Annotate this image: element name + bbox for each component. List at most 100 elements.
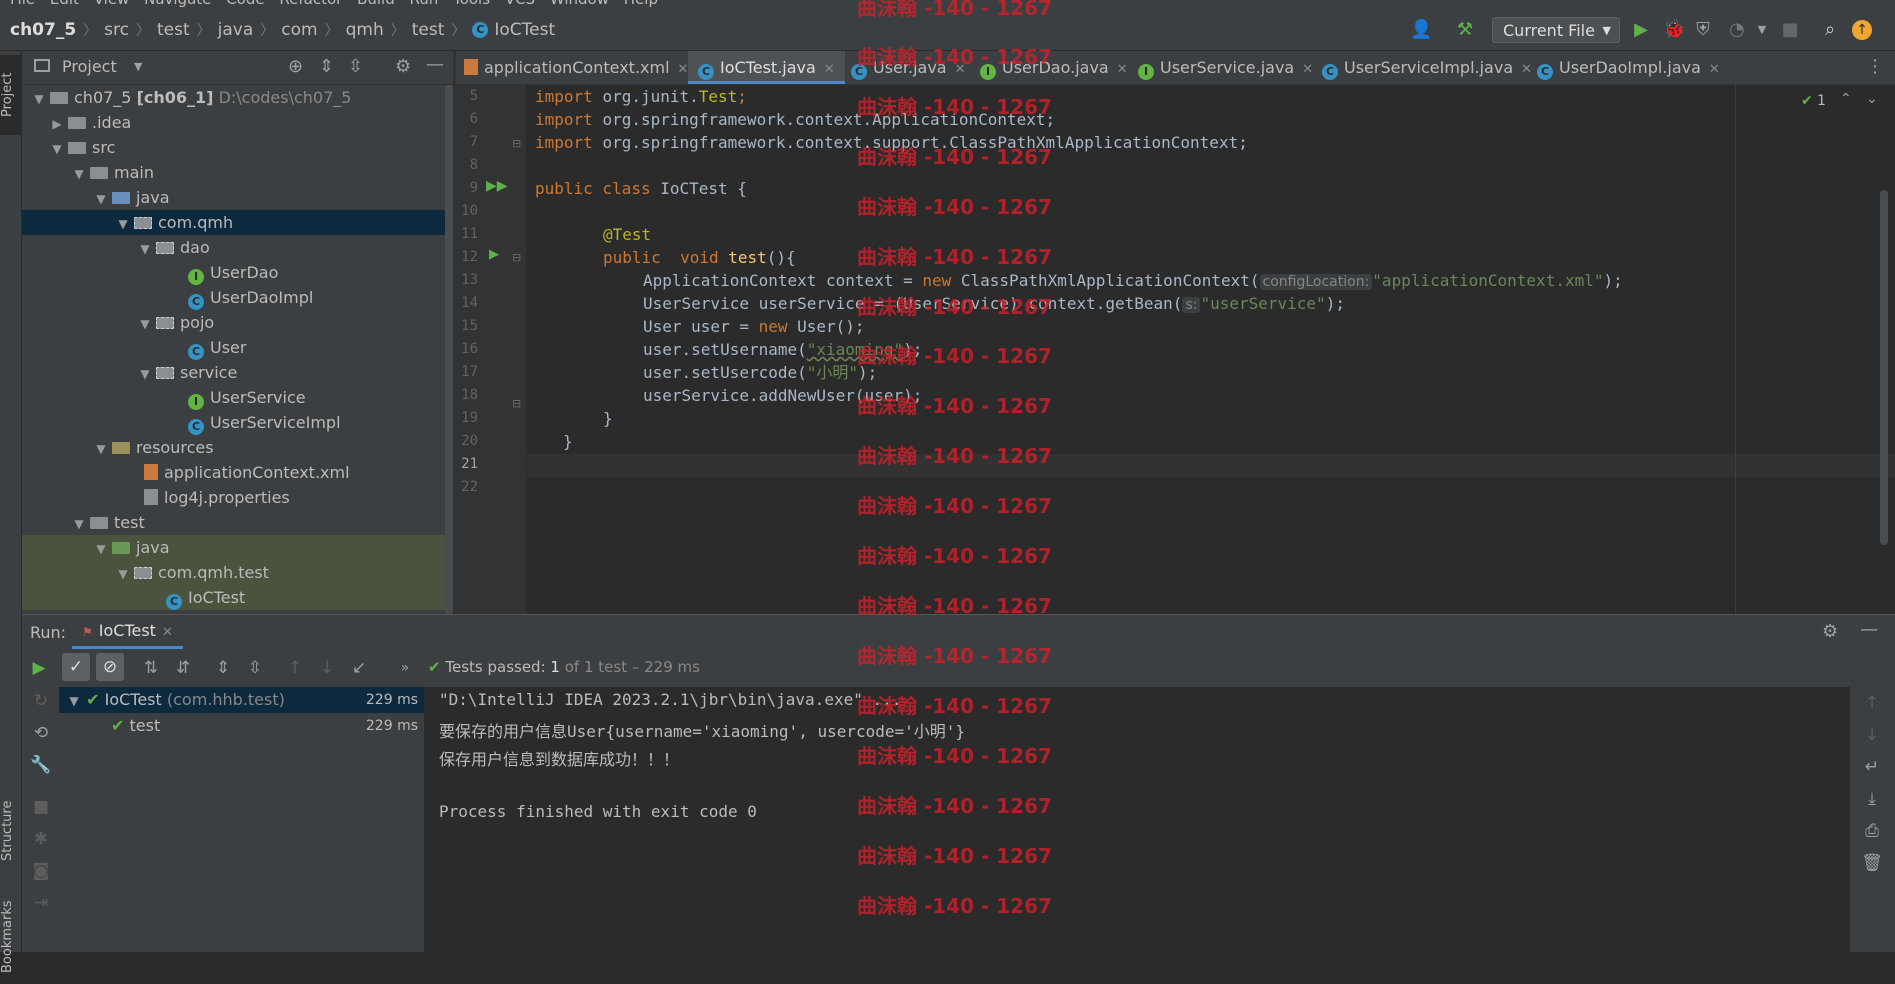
scroll-to-end-icon[interactable]: ⤓ <box>1861 789 1883 809</box>
editor-scrollbar[interactable] <box>1880 190 1888 545</box>
collapse-all-icon[interactable]: ⇳ <box>348 56 363 77</box>
profiler-icon[interactable]: ◔ <box>1727 20 1747 40</box>
menu-tools[interactable]: Tools <box>453 0 490 8</box>
tab-ioctest-java[interactable]: C IoCTest.java ✕ <box>688 51 845 84</box>
breadcrumb-java[interactable]: java <box>218 20 254 40</box>
fold-icon[interactable]: ⊟ <box>512 397 521 410</box>
menu-edit[interactable]: Edit <box>50 0 79 8</box>
menu-vcs[interactable]: VCS <box>505 0 535 8</box>
tree-item-userdao[interactable]: I UserDao <box>22 260 453 285</box>
expand-all-icon[interactable]: ⇕ <box>319 56 334 77</box>
menu-code[interactable]: Code <box>226 0 264 8</box>
console-output[interactable]: "D:\IntelliJ IDEA 2023.2.1\jbr\bin\java.… <box>425 687 1850 952</box>
more-vertical-icon[interactable]: ⋮ <box>1866 56 1884 77</box>
tab-userserviceimpl-java[interactable]: C UserServiceImpl.java ✕ <box>1322 51 1532 84</box>
close-icon[interactable]: ✕ <box>824 62 835 77</box>
camera-icon[interactable]: ◙ <box>30 861 52 881</box>
soft-wrap-icon[interactable]: ↵ <box>1861 757 1883 777</box>
minimize-icon[interactable]: — <box>426 54 444 75</box>
tree-item-ioctest[interactable]: C IoCTest <box>22 585 453 610</box>
show-passed-icon[interactable]: ✓ <box>62 653 90 681</box>
hammer-icon[interactable]: ⚒ <box>1455 20 1475 40</box>
tree-item-main[interactable]: ▼ main <box>22 160 453 185</box>
search-icon[interactable]: ⌕ <box>1820 20 1840 40</box>
tree-item-java[interactable]: ▼ java <box>22 185 453 210</box>
gear-icon[interactable]: ⚙ <box>395 56 411 77</box>
stop-icon[interactable]: ■ <box>1780 20 1800 40</box>
tree-item-resources[interactable]: ▼ resources <box>22 435 453 460</box>
expand-all-icon[interactable]: ⇕ <box>212 658 234 678</box>
inspection-ok-icon[interactable]: ✔ <box>1801 93 1813 109</box>
tree-item-com-qmh[interactable]: ▼ com.qmh <box>22 210 453 235</box>
project-tool-tab[interactable]: Project <box>0 55 21 135</box>
breadcrumb-qmh[interactable]: qmh <box>346 20 384 40</box>
tree-item-applicationcontext-xml[interactable]: applicationContext.xml <box>22 460 453 485</box>
menu-build[interactable]: Build <box>357 0 395 8</box>
code-editor[interactable]: import org.junit.Test; import org.spring… <box>527 85 1895 614</box>
sort-alpha-icon[interactable]: ⇅ <box>140 658 162 678</box>
tree-item-idea[interactable]: ▶ .idea <box>22 110 453 135</box>
debug-icon[interactable]: ✱ <box>30 829 52 849</box>
more-icon[interactable]: » <box>394 658 416 678</box>
scrollbar[interactable] <box>445 85 453 614</box>
tab-userservice-java[interactable]: I UserService.java ✕ <box>1138 51 1313 84</box>
chevron-down-icon[interactable]: ▼ <box>1752 20 1772 40</box>
arrow-up-icon[interactable]: ↑ <box>284 658 306 678</box>
breadcrumb-test-pkg[interactable]: test <box>412 20 445 40</box>
fold-icon[interactable]: ⊟ <box>512 251 521 264</box>
tree-item-test[interactable]: ▼ test <box>22 510 453 535</box>
menu-file[interactable]: File <box>10 0 35 8</box>
breadcrumb-project[interactable]: ch07_5 <box>10 20 76 40</box>
tree-item-src[interactable]: ▼ src <box>22 135 453 160</box>
bookmarks-tool-tab[interactable]: Bookmarks <box>0 889 21 984</box>
close-icon[interactable]: ✕ <box>1709 62 1720 77</box>
arrow-down-icon[interactable]: ↓ <box>316 658 338 678</box>
tree-item-service[interactable]: ▼ service <box>22 360 453 385</box>
chevron-up-icon[interactable]: ⌃ <box>1840 91 1852 107</box>
locate-icon[interactable]: ⊕ <box>288 56 303 77</box>
coverage-icon[interactable]: ⛨ <box>1693 20 1713 40</box>
user-icon[interactable]: 👤 <box>1410 20 1432 40</box>
tab-run-ioctest[interactable]: ⚑ IoCTest ✕ <box>72 615 183 649</box>
tree-item-dao[interactable]: ▼ dao <box>22 235 453 260</box>
breadcrumb-com[interactable]: com <box>281 20 317 40</box>
wrench-icon[interactable]: 🔧 <box>30 755 52 775</box>
sort-duration-icon[interactable]: ⇵ <box>172 658 194 678</box>
run-configuration-select[interactable]: Current File ▼ <box>1492 17 1620 43</box>
update-icon[interactable]: ↑ <box>1852 20 1872 40</box>
rerun-failed-icon[interactable]: ↻ <box>30 691 52 711</box>
breadcrumb-test[interactable]: test <box>157 20 190 40</box>
structure-tool-tab[interactable]: Structure <box>0 791 21 871</box>
tab-applicationcontext-xml[interactable]: applicationContext.xml ✕ <box>464 51 688 84</box>
tree-item-userservice[interactable]: I UserService <box>22 385 453 410</box>
gear-icon[interactable]: ⚙ <box>1822 621 1838 642</box>
chevron-down-icon[interactable]: ▼ <box>134 60 142 73</box>
menu-view[interactable]: View <box>94 0 130 8</box>
show-ignored-icon[interactable]: ⊘ <box>96 653 124 681</box>
menu-run[interactable]: Run <box>410 0 439 8</box>
debug-icon[interactable]: 🐞 <box>1663 20 1685 40</box>
test-suite-row[interactable]: ▼ ✔ IoCTest (com.hhb.test) 229 ms <box>59 687 424 713</box>
stop-icon[interactable]: ■ <box>30 797 52 817</box>
arrow-down-icon[interactable]: ↓ <box>1861 725 1883 745</box>
tree-item-log4j-properties[interactable]: log4j.properties <box>22 485 453 510</box>
run-gutter-icon[interactable]: ▶▶ <box>486 178 508 194</box>
tree-item-test-java[interactable]: ▼ java <box>22 535 453 560</box>
menu-navigate[interactable]: Navigate <box>144 0 211 8</box>
project-view-title[interactable]: Project <box>62 57 117 76</box>
close-icon[interactable]: ✕ <box>162 625 173 640</box>
tree-item-com-qmh-test[interactable]: ▼ com.qmh.test <box>22 560 453 585</box>
tree-item-userdaoimpl[interactable]: C UserDaoImpl <box>22 285 453 310</box>
chevron-down-icon[interactable]: ⌄ <box>1866 91 1878 107</box>
trash-icon[interactable]: 🗑 <box>1861 853 1883 873</box>
close-icon[interactable]: ✕ <box>1302 62 1313 77</box>
exit-icon[interactable]: ⇥ <box>30 893 52 913</box>
tab-userdaoimpl-java[interactable]: C UserDaoImpl.java ✕ <box>1537 51 1720 84</box>
breadcrumb-src[interactable]: src <box>104 20 129 40</box>
minimize-icon[interactable]: — <box>1860 619 1878 640</box>
close-icon[interactable]: ✕ <box>1521 62 1532 77</box>
arrow-up-icon[interactable]: ↑ <box>1861 693 1883 713</box>
menu-help[interactable]: Help <box>624 0 658 8</box>
toggle-auto-test-icon[interactable]: ⟲ <box>30 723 52 743</box>
tree-item-user[interactable]: C User <box>22 335 453 360</box>
